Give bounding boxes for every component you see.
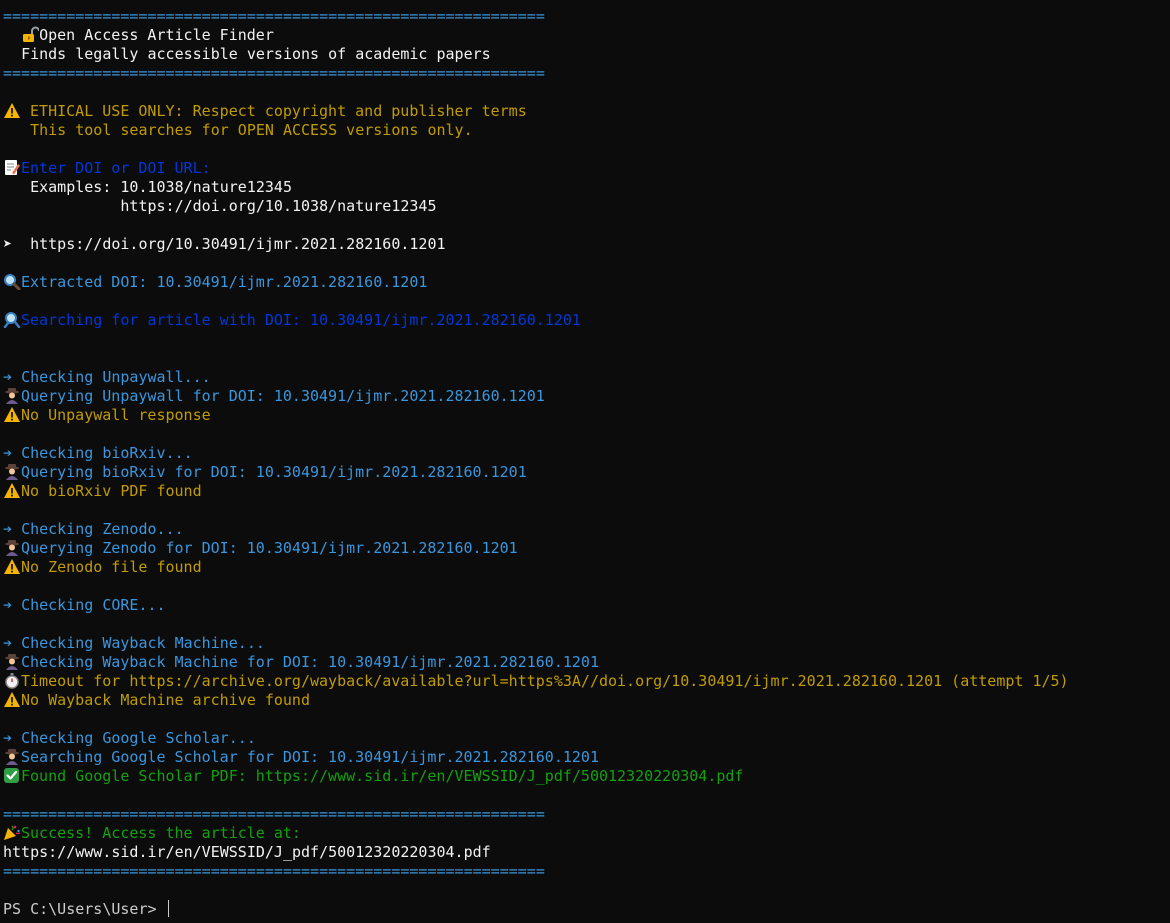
check-wayback-line: ➔ Checking Wayback Machine... [3, 634, 1167, 653]
notice-open-access: This tool searches for OPEN ACCESS versi… [30, 121, 473, 139]
warning-icon [4, 692, 20, 707]
extracted-doi-line: Extracted DOI: 10.30491/ijmr.2021.282160… [3, 273, 1167, 292]
detective-icon [5, 749, 19, 765]
query-biorxiv: Querying bioRxiv for DOI: 10.30491/ijmr.… [21, 463, 527, 481]
user-input-line: ➤ https://doi.org/10.30491/ijmr.2021.282… [3, 235, 1167, 254]
prompt-label-line: Enter DOI or DOI URL: [3, 159, 1167, 178]
warning-icon [4, 407, 20, 422]
query-wayback: Checking Wayback Machine for DOI: 10.304… [21, 653, 599, 671]
detective-icon [5, 540, 19, 556]
query-unpaywall: Querying Unpaywall for DOI: 10.30491/ijm… [21, 387, 545, 405]
magnifier-right-icon [4, 274, 21, 290]
notice-line-2: This tool searches for OPEN ACCESS versi… [3, 121, 1167, 140]
party-popper-icon [4, 825, 21, 840]
success-url-line: https://www.sid.ir/en/VEWSSID/J_pdf/5001… [3, 843, 1167, 862]
right-arrow-icon: ➔ [3, 596, 13, 614]
banner-title-line: Open Access Article Finder [3, 26, 1167, 45]
shell-prompt: PS C:\Users\User> [3, 900, 166, 918]
result-unpaywall: No Unpaywall response [21, 406, 211, 424]
check-scholar: Checking Google Scholar... [21, 729, 256, 747]
result-wayback: No Wayback Machine archive found [21, 691, 310, 709]
examples-label: Examples: [30, 178, 112, 196]
stopwatch-icon [5, 673, 19, 689]
notice-ethical: ETHICAL USE ONLY: Respect copyright and … [30, 102, 527, 120]
check-unpaywall: Checking Unpaywall... [21, 368, 211, 386]
user-input: https://doi.org/10.30491/ijmr.2021.28216… [30, 235, 446, 253]
success-url[interactable]: https://www.sid.ir/en/VEWSSID/J_pdf/5001… [3, 843, 491, 861]
detective-icon [5, 464, 19, 480]
memo-icon [5, 160, 20, 175]
arrowhead-icon: ➤ [3, 235, 13, 253]
detective-icon [5, 388, 19, 404]
success-message: Success! Access the article at: [21, 824, 301, 842]
right-arrow-icon: ➔ [3, 729, 13, 747]
check-scholar-line: ➔ Checking Google Scholar... [3, 729, 1167, 748]
right-arrow-icon: ➔ [3, 368, 13, 386]
check-core-line: ➔ Checking CORE... [3, 596, 1167, 615]
query-scholar: Searching Google Scholar for DOI: 10.304… [21, 748, 599, 766]
separator-top: ========================================… [3, 7, 545, 25]
banner-title: Open Access Article Finder [39, 26, 274, 44]
check-mark-icon [4, 768, 19, 783]
extracted-doi: Extracted DOI: 10.30491/ijmr.2021.282160… [21, 273, 428, 291]
check-wayback: Checking Wayback Machine... [21, 634, 265, 652]
separator-success-bottom: ========================================… [3, 862, 545, 880]
check-zenodo-line: ➔ Checking Zenodo... [3, 520, 1167, 539]
examples-line-1: Examples: 10.1038/nature12345 [3, 178, 1167, 197]
text-cursor [167, 900, 169, 917]
result-biorxiv: No bioRxiv PDF found [21, 482, 202, 500]
timeout-wayback-line: Timeout for https://archive.org/wayback/… [3, 672, 1167, 691]
unlocked-padlock-icon [23, 26, 40, 42]
query-biorxiv-line: Querying bioRxiv for DOI: 10.30491/ijmr.… [3, 463, 1167, 482]
terminal-window[interactable]: ========================================… [3, 7, 1167, 919]
query-zenodo: Querying Zenodo for DOI: 10.30491/ijmr.2… [21, 539, 518, 557]
warning-icon [4, 483, 20, 498]
prompt-label: Enter DOI or DOI URL: [21, 159, 211, 177]
check-zenodo: Checking Zenodo... [21, 520, 184, 538]
searching-line: Searching for article with DOI: 10.30491… [3, 311, 1167, 330]
result-scholar-line: Found Google Scholar PDF: https://www.si… [3, 767, 1167, 786]
check-biorxiv: Checking bioRxiv... [21, 444, 193, 462]
right-arrow-icon: ➔ [3, 634, 13, 652]
timeout-wayback: Timeout for https://archive.org/wayback/… [21, 672, 1069, 690]
result-scholar: Found Google Scholar PDF: https://www.si… [21, 767, 744, 785]
result-zenodo: No Zenodo file found [21, 558, 202, 576]
result-biorxiv-line: No bioRxiv PDF found [3, 482, 1167, 501]
example-doi-url: https://doi.org/10.1038/nature12345 [120, 197, 437, 215]
shell-prompt-line[interactable]: PS C:\Users\User> [3, 900, 1167, 919]
notice-line-1: ETHICAL USE ONLY: Respect copyright and … [3, 102, 1167, 121]
detective-icon [5, 654, 19, 670]
query-wayback-line: Checking Wayback Machine for DOI: 10.304… [3, 653, 1167, 672]
searching-message: Searching for article with DOI: 10.30491… [21, 311, 581, 329]
check-unpaywall-line: ➔ Checking Unpaywall... [3, 368, 1167, 387]
check-core: Checking CORE... [21, 596, 166, 614]
example-doi: 10.1038/nature12345 [120, 178, 292, 196]
result-wayback-line: No Wayback Machine archive found [3, 691, 1167, 710]
examples-line-2: https://doi.org/10.1038/nature12345 [3, 197, 1167, 216]
warning-icon [4, 559, 20, 574]
success-line: Success! Access the article at: [3, 824, 1167, 843]
magnifier-left-icon [3, 312, 21, 328]
query-zenodo-line: Querying Zenodo for DOI: 10.30491/ijmr.2… [3, 539, 1167, 558]
banner-subtitle: Finds legally accessible versions of aca… [21, 45, 491, 63]
query-unpaywall-line: Querying Unpaywall for DOI: 10.30491/ijm… [3, 387, 1167, 406]
right-arrow-icon: ➔ [3, 444, 13, 462]
right-arrow-icon: ➔ [3, 520, 13, 538]
warning-icon [4, 103, 20, 118]
query-scholar-line: Searching Google Scholar for DOI: 10.304… [3, 748, 1167, 767]
result-unpaywall-line: No Unpaywall response [3, 406, 1167, 425]
banner-subtitle-line: Finds legally accessible versions of aca… [3, 45, 1167, 64]
check-biorxiv-line: ➔ Checking bioRxiv... [3, 444, 1167, 463]
separator-success-top: ========================================… [3, 805, 545, 823]
result-zenodo-line: No Zenodo file found [3, 558, 1167, 577]
separator-banner: ========================================… [3, 64, 545, 82]
